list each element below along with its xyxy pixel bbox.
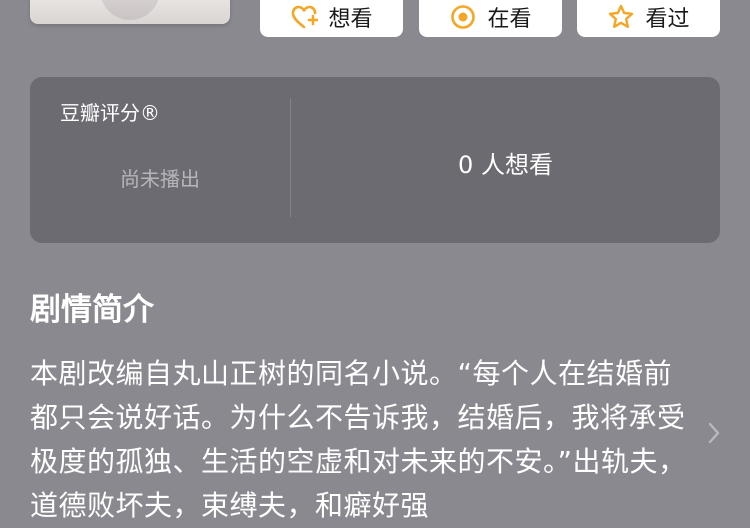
watched-button[interactable]: 看过 <box>577 0 720 37</box>
rating-card: 豆瓣评分® 尚未播出 0 人想看 <box>30 77 720 243</box>
target-icon <box>449 3 477 31</box>
want-count: 0 人想看 <box>458 151 553 179</box>
chevron-right-icon[interactable] <box>705 420 723 446</box>
synopsis-text[interactable]: 本剧改编自丸山正树的同名小说。“每个人在结婚前都只会说好话。为什么不告诉我，结婚… <box>30 352 695 528</box>
want-to-watch-label: 想看 <box>328 6 373 32</box>
watching-button[interactable]: 在看 <box>419 0 562 37</box>
watching-label: 在看 <box>487 6 532 32</box>
douban-rating-label: 豆瓣评分® <box>60 101 160 125</box>
star-icon <box>607 3 635 31</box>
poster-image[interactable] <box>30 0 230 24</box>
want-to-watch-button[interactable]: 想看 <box>260 0 403 37</box>
heart-plus-icon <box>290 3 319 31</box>
poster-art <box>100 0 160 20</box>
synopsis-title: 剧情简介 <box>30 292 154 328</box>
rating-status: 尚未播出 <box>120 167 200 191</box>
watched-label: 看过 <box>645 6 690 32</box>
